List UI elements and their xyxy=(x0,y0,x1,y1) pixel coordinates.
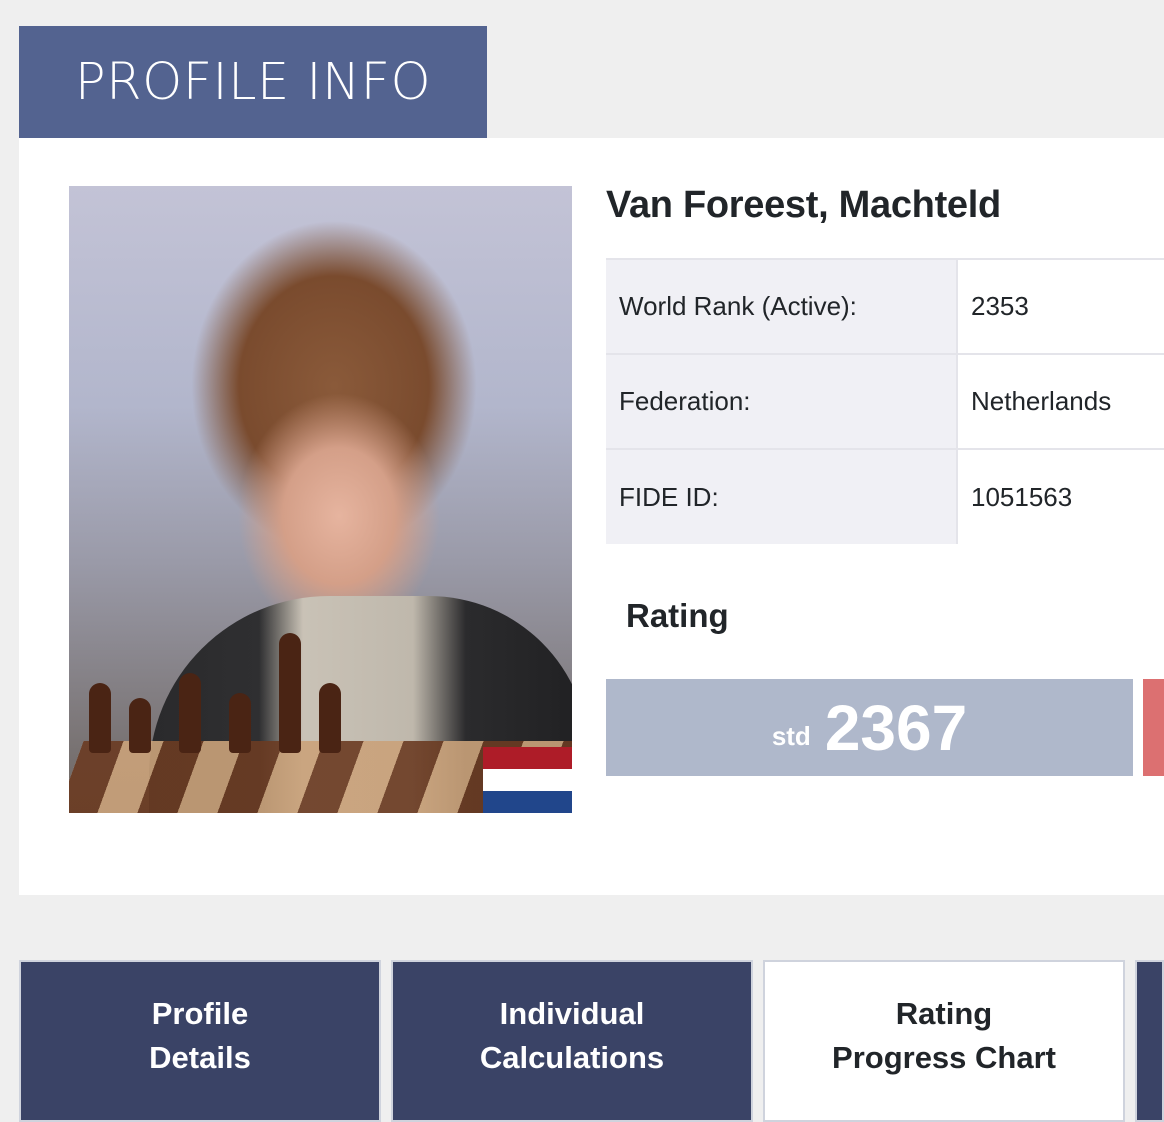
info-row-world-rank: World Rank (Active): 2353 xyxy=(606,258,1164,354)
flag-stripe-blue xyxy=(483,791,572,813)
info-label: FIDE ID: xyxy=(606,448,957,544)
tab-rating-progress-chart[interactable]: Rating Progress Chart xyxy=(763,960,1125,1122)
player-info-table: World Rank (Active): 2353 Federation: Ne… xyxy=(606,258,1164,544)
info-value: 1051563 xyxy=(956,448,1164,544)
tab-label: Progress Chart xyxy=(832,1040,1056,1075)
tab-individual-calculations[interactable]: Individual Calculations xyxy=(391,960,753,1122)
photo-chess-piece xyxy=(129,698,151,753)
photo-chess-piece xyxy=(229,693,251,753)
rating-heading: Rating xyxy=(626,597,729,634)
info-row-federation: Federation: Netherlands xyxy=(606,353,1164,449)
info-label: World Rank (Active): xyxy=(606,258,957,354)
photo-chess-piece xyxy=(179,673,201,753)
tab-label: Details xyxy=(149,1040,251,1075)
rating-std-box: std 2367 xyxy=(606,679,1133,776)
flag-stripe-white xyxy=(483,769,572,791)
tab-profile-details[interactable]: Profile Details xyxy=(19,960,381,1122)
rating-std-label: std xyxy=(771,721,811,751)
player-photo xyxy=(69,186,572,813)
tab-next[interactable] xyxy=(1135,960,1164,1122)
tab-label: Individual xyxy=(499,996,645,1031)
tab-label: Calculations xyxy=(479,1040,665,1075)
tab-label: Profile xyxy=(151,996,249,1031)
netherlands-flag-icon xyxy=(483,747,572,813)
photo-chess-piece xyxy=(319,683,341,753)
info-value: Netherlands xyxy=(956,353,1164,449)
player-name: Van Foreest, Machteld xyxy=(606,184,1001,226)
info-label: Federation: xyxy=(606,353,957,449)
info-row-fide-id: FIDE ID: 1051563 xyxy=(606,448,1164,544)
rating-rapid-box xyxy=(1143,679,1164,776)
info-value: 2353 xyxy=(956,258,1164,354)
rating-std-value: 2367 xyxy=(824,691,968,764)
flag-stripe-red xyxy=(483,747,572,769)
photo-chess-piece xyxy=(279,633,301,753)
photo-chess-piece xyxy=(89,683,111,753)
profile-info-header: PROFILE INFO xyxy=(19,26,487,138)
tab-label: Rating xyxy=(895,996,993,1031)
